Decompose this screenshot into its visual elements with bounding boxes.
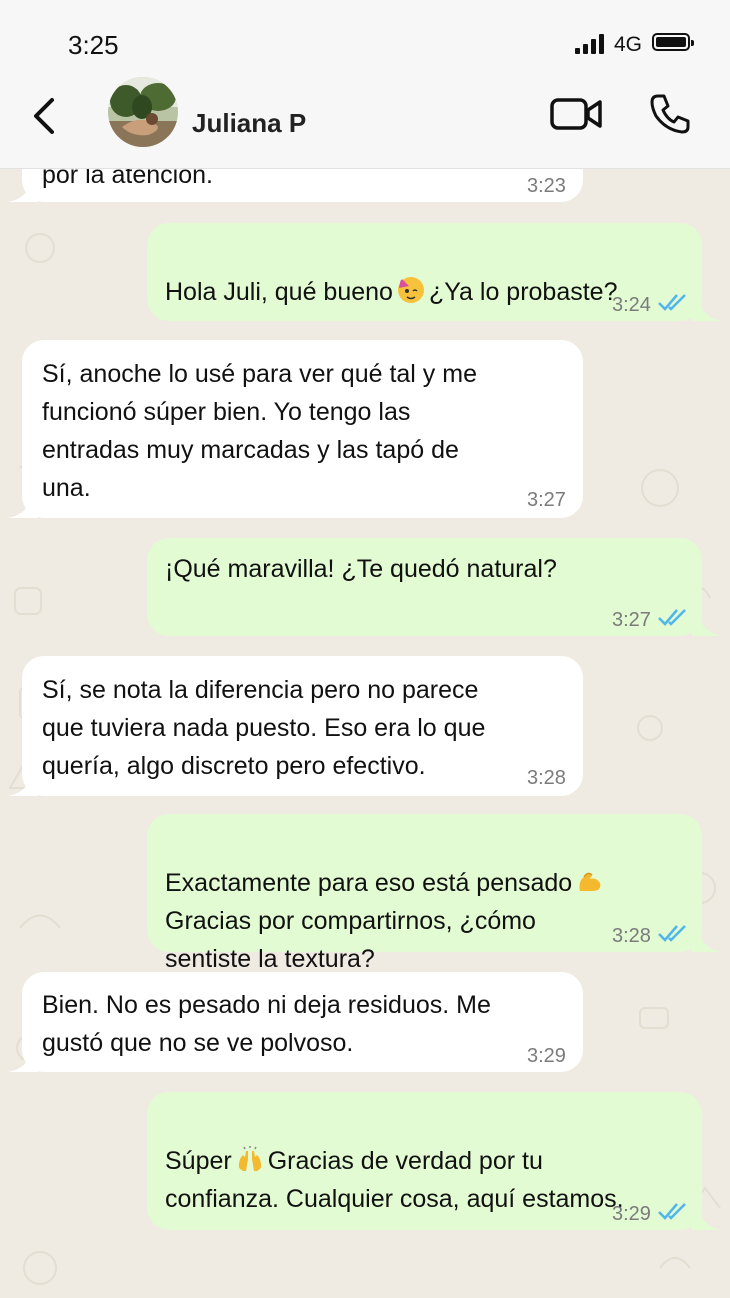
message-bubble-incoming[interactable]: Sí, anoche lo usé para ver qué tal y me …	[22, 340, 583, 518]
bubble-tail	[8, 498, 38, 518]
raising-hands-emoji-icon	[238, 1146, 261, 1171]
bubble-tail	[8, 1052, 38, 1072]
read-ticks-icon	[658, 294, 686, 311]
network-label: 4G	[614, 33, 643, 56]
chat-area[interactable]: por la atención. 3:23 Hola Juli, qué bue…	[0, 168, 730, 1298]
message-text-part: Hola Juli, qué bueno	[165, 278, 393, 306]
message-time: 3:28	[612, 925, 651, 947]
message-bubble-incoming[interactable]: Sí, se nota la diferencia pero no parece…	[22, 656, 583, 796]
message-bubble-incoming[interactable]: por la atención. 3:23	[22, 168, 583, 202]
message-bubble-outgoing[interactable]: ¡Qué maravilla! ¿Te quedó natural? 3:27	[147, 538, 702, 636]
message-bubble-incoming[interactable]: Bien. No es pesado ni deja residuos. Me …	[22, 972, 583, 1072]
bubble-tail	[8, 776, 38, 796]
message-text: Sí, anoche lo usé para ver qué tal y me …	[42, 360, 477, 502]
bubble-tail	[692, 616, 722, 636]
read-ticks-icon	[658, 925, 686, 942]
status-time: 3:25	[68, 30, 119, 60]
message-time: 3:23	[527, 175, 566, 197]
message-time: 3:28	[527, 767, 566, 789]
flexed-biceps-emoji-icon	[579, 872, 601, 891]
message-time: 3:24	[612, 294, 651, 316]
bubble-tail	[692, 1210, 722, 1230]
signal-icon	[575, 34, 607, 54]
party-face-emoji-icon	[397, 277, 424, 303]
message-text: Súper Gracias de verdad por tu confianza.…	[165, 1104, 624, 1218]
bubble-tail	[692, 301, 722, 321]
bubble-tail	[8, 182, 38, 202]
message-text: por la atención.	[42, 168, 213, 189]
phone-call-icon[interactable]	[648, 92, 692, 136]
message-text-part: Gracias de verdad por tu confianza. Cual…	[165, 1147, 624, 1213]
message-time: 3:29	[527, 1045, 566, 1067]
message-text: Bien. No es pesado ni deja residuos. Me …	[42, 991, 491, 1057]
battery-icon	[652, 33, 694, 51]
avatar[interactable]	[108, 77, 178, 147]
message-bubble-outgoing[interactable]: Exactamente para eso está pensado Gracias…	[147, 814, 702, 973]
message-text: Sí, se nota la diferencia pero no parece…	[42, 676, 486, 780]
message-text-part: Súper	[165, 1147, 232, 1175]
chat-header: Juliana P	[0, 77, 730, 169]
message-bubble-outgoing[interactable]: Súper Gracias de verdad por tu confianza.…	[147, 1092, 702, 1230]
message-time: 3:29	[612, 1203, 651, 1225]
message-text: Exactamente para eso está pensado Gracias…	[165, 826, 608, 978]
message-text: ¡Qué maravilla! ¿Te quedó natural?	[165, 555, 557, 583]
message-text: Hola Juli, qué bueno ¿Ya lo probaste?	[165, 235, 618, 311]
contact-name[interactable]: Juliana P	[192, 108, 306, 139]
read-ticks-icon	[658, 1203, 686, 1220]
read-ticks-icon	[658, 609, 686, 626]
message-text-part: Gracias por compartirnos, ¿cómo sentiste…	[165, 907, 536, 973]
back-arrow-icon[interactable]	[28, 94, 68, 138]
bubble-tail	[692, 932, 722, 952]
message-text-part: ¿Ya lo probaste?	[428, 278, 618, 306]
message-bubble-outgoing[interactable]: Hola Juli, qué bueno ¿Ya lo probaste? 3:2…	[147, 223, 702, 321]
status-bar: 3:25 4G	[0, 0, 730, 80]
message-time: 3:27	[527, 489, 566, 511]
video-call-icon[interactable]	[550, 96, 602, 132]
message-text-part: Exactamente para eso está pensado	[165, 869, 573, 897]
message-time: 3:27	[612, 609, 651, 631]
